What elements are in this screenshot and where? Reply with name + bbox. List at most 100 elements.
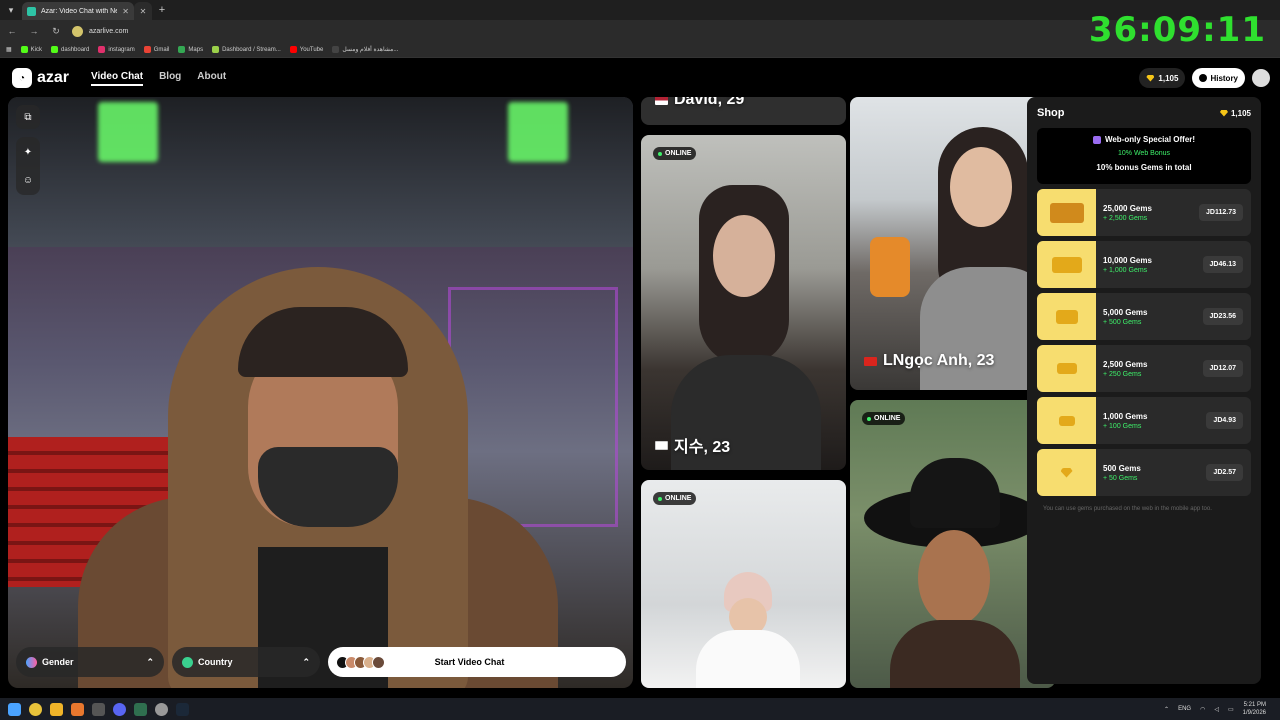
start-video-chat-button[interactable]: Start Video Chat <box>328 647 626 677</box>
bookmark-gmail[interactable]: Gmail <box>143 46 169 53</box>
close-tab-icon[interactable]: ✕ <box>140 7 147 16</box>
app-icon[interactable] <box>71 702 84 716</box>
chevron-up-icon[interactable]: ⌃ <box>1164 706 1169 713</box>
app-icon[interactable] <box>92 702 105 716</box>
package-gems: 25,000 Gems <box>1103 203 1152 213</box>
windows-start-icon[interactable] <box>8 702 21 716</box>
file-explorer-icon[interactable] <box>50 702 63 716</box>
settings-gear-icon[interactable] <box>155 702 168 716</box>
profile-card[interactable]: ONLINE <box>641 480 846 688</box>
gender-icon <box>26 656 37 668</box>
site-header: ◔ azar Video Chat Blog About 1,105 Histo… <box>0 59 1280 97</box>
back-arrow-icon[interactable]: ← <box>6 26 18 36</box>
gem-package[interactable]: 1,000 Gems + 100 Gems JD4.93 <box>1037 397 1251 444</box>
history-button[interactable]: History <box>1192 68 1245 88</box>
azar-favicon-icon <box>27 6 36 16</box>
package-price-button[interactable]: JD112.73 <box>1199 204 1243 221</box>
gem-package[interactable]: 10,000 Gems + 1,000 Gems JD46.13 <box>1037 241 1251 288</box>
discord-icon[interactable] <box>113 702 126 716</box>
main-nav: Video Chat Blog About <box>91 71 226 86</box>
nav-about[interactable]: About <box>197 71 226 86</box>
package-gems: 500 Gems <box>1103 463 1141 473</box>
gem-balance-button[interactable]: 1,105 <box>1139 68 1186 88</box>
close-tab-icon[interactable]: ✕ <box>122 7 129 16</box>
package-price-button[interactable]: JD2.57 <box>1206 464 1243 481</box>
overlay-timer: 36:09:11 <box>1088 10 1266 50</box>
package-price-button[interactable]: JD46.13 <box>1202 256 1243 273</box>
camera-switch-icon[interactable]: ⧉ <box>16 105 40 129</box>
app-icon[interactable] <box>134 702 147 716</box>
bookmark-instagram[interactable]: instagram <box>98 46 135 53</box>
wifi-icon[interactable]: ◠ <box>1200 706 1205 713</box>
language-indicator[interactable]: ENG <box>1178 706 1191 712</box>
apps-grid-icon[interactable]: ▦ <box>6 46 12 53</box>
gift-icon <box>1092 135 1101 144</box>
forward-arrow-icon[interactable]: → <box>28 26 40 36</box>
site-info-icon[interactable] <box>72 25 83 37</box>
url-field[interactable]: azarlive.com <box>72 25 129 37</box>
start-label: Start Video Chat <box>434 657 505 667</box>
profile-card[interactable]: ONLINE 지수, 23 <box>641 135 846 470</box>
bookmark-arabic-movies[interactable]: مشاهدة أفلام ومسل... <box>332 46 398 53</box>
browser-tab[interactable]: Azar: Video Chat with New ✕ <box>22 2 134 20</box>
volume-icon[interactable]: ◁ <box>1214 706 1219 713</box>
bookmark-kick[interactable]: Kick <box>20 46 42 53</box>
gem-pile-icon <box>1037 241 1096 288</box>
face-filter-icon[interactable]: ☺ <box>16 168 40 192</box>
online-badge: ONLINE <box>653 147 697 160</box>
package-price-button[interactable]: JD12.07 <box>1202 360 1243 377</box>
tab-title: Azar: Video Chat with New <box>41 7 118 15</box>
shop-title: Shop <box>1037 107 1065 119</box>
azar-logo-icon: ◔ <box>12 68 32 88</box>
package-gems: 1,000 Gems <box>1103 411 1148 421</box>
gem-pile-icon <box>1037 345 1096 392</box>
bookmark-maps[interactable]: Maps <box>178 46 203 53</box>
clock[interactable]: 5:21 PM 1/9/2026 <box>1243 701 1266 717</box>
package-price-button[interactable]: JD23.56 <box>1202 308 1243 325</box>
effects-group: ✦ ☺ <box>16 137 40 195</box>
profile-card[interactable]: ONLINE <box>850 400 1055 688</box>
video-controls: ⧉ ✦ ☺ <box>16 105 40 195</box>
url-text: azarlive.com <box>89 27 129 35</box>
azar-logo[interactable]: ◔ azar <box>12 68 69 88</box>
country-label: Country <box>198 657 233 667</box>
shop-header: Shop 1,105 <box>1037 107 1251 119</box>
header-actions: 1,105 History <box>1139 68 1270 88</box>
chevron-up-icon: ⌃ <box>302 656 310 667</box>
steam-icon[interactable] <box>176 702 189 716</box>
reload-icon[interactable]: ↻ <box>50 26 62 37</box>
nav-blog[interactable]: Blog <box>159 71 181 86</box>
new-tab-button[interactable]: + <box>152 4 172 16</box>
gem-package[interactable]: 5,000 Gems + 500 Gems JD23.56 <box>1037 293 1251 340</box>
gem-balance: 1,105 <box>1158 73 1179 83</box>
globe-icon <box>182 656 193 668</box>
tab-search-chevron-icon[interactable]: ▾ <box>0 0 22 20</box>
package-price-button[interactable]: JD4.93 <box>1206 412 1243 429</box>
gender-filter[interactable]: Gender ⌃ <box>16 647 164 677</box>
profile-name: 지수, 23 <box>655 433 730 457</box>
online-badge: ONLINE <box>653 492 697 505</box>
second-tab[interactable]: ✕ <box>134 2 152 20</box>
user-profile-icon[interactable] <box>1252 69 1270 87</box>
package-bonus: + 100 Gems <box>1103 422 1142 430</box>
profile-card[interactable]: LNgọc Anh, 23 <box>850 97 1055 390</box>
battery-icon[interactable]: ▭ <box>1228 706 1234 713</box>
profile-card[interactable]: David, 29 <box>641 97 846 125</box>
country-filter[interactable]: Country ⌃ <box>172 647 320 677</box>
bookmark-dashboard[interactable]: dashboard <box>51 46 89 53</box>
gem-package[interactable]: 500 Gems + 50 Gems JD2.57 <box>1037 449 1251 496</box>
offer-title: Web-only Special Offer! <box>1104 135 1196 144</box>
chrome-icon[interactable] <box>29 702 42 716</box>
package-gems: 5,000 Gems <box>1103 307 1148 317</box>
effects-sparkle-icon[interactable]: ✦ <box>16 140 40 164</box>
bookmark-stream-dashboard[interactable]: Dashboard / Stream... <box>212 46 281 53</box>
package-gems: 2,500 Gems <box>1103 359 1148 369</box>
gender-label: Gender <box>42 657 74 667</box>
bookmark-youtube[interactable]: YouTube <box>289 46 323 53</box>
gem-package[interactable]: 2,500 Gems + 250 Gems JD12.07 <box>1037 345 1251 392</box>
nav-video-chat[interactable]: Video Chat <box>91 71 144 86</box>
history-label: History <box>1210 73 1238 83</box>
special-offer-banner: Web-only Special Offer! 10% Web Bonus 10… <box>1037 128 1251 184</box>
user-in-video <box>78 267 558 688</box>
gem-package[interactable]: 25,000 Gems + 2,500 Gems JD112.73 <box>1037 189 1251 236</box>
